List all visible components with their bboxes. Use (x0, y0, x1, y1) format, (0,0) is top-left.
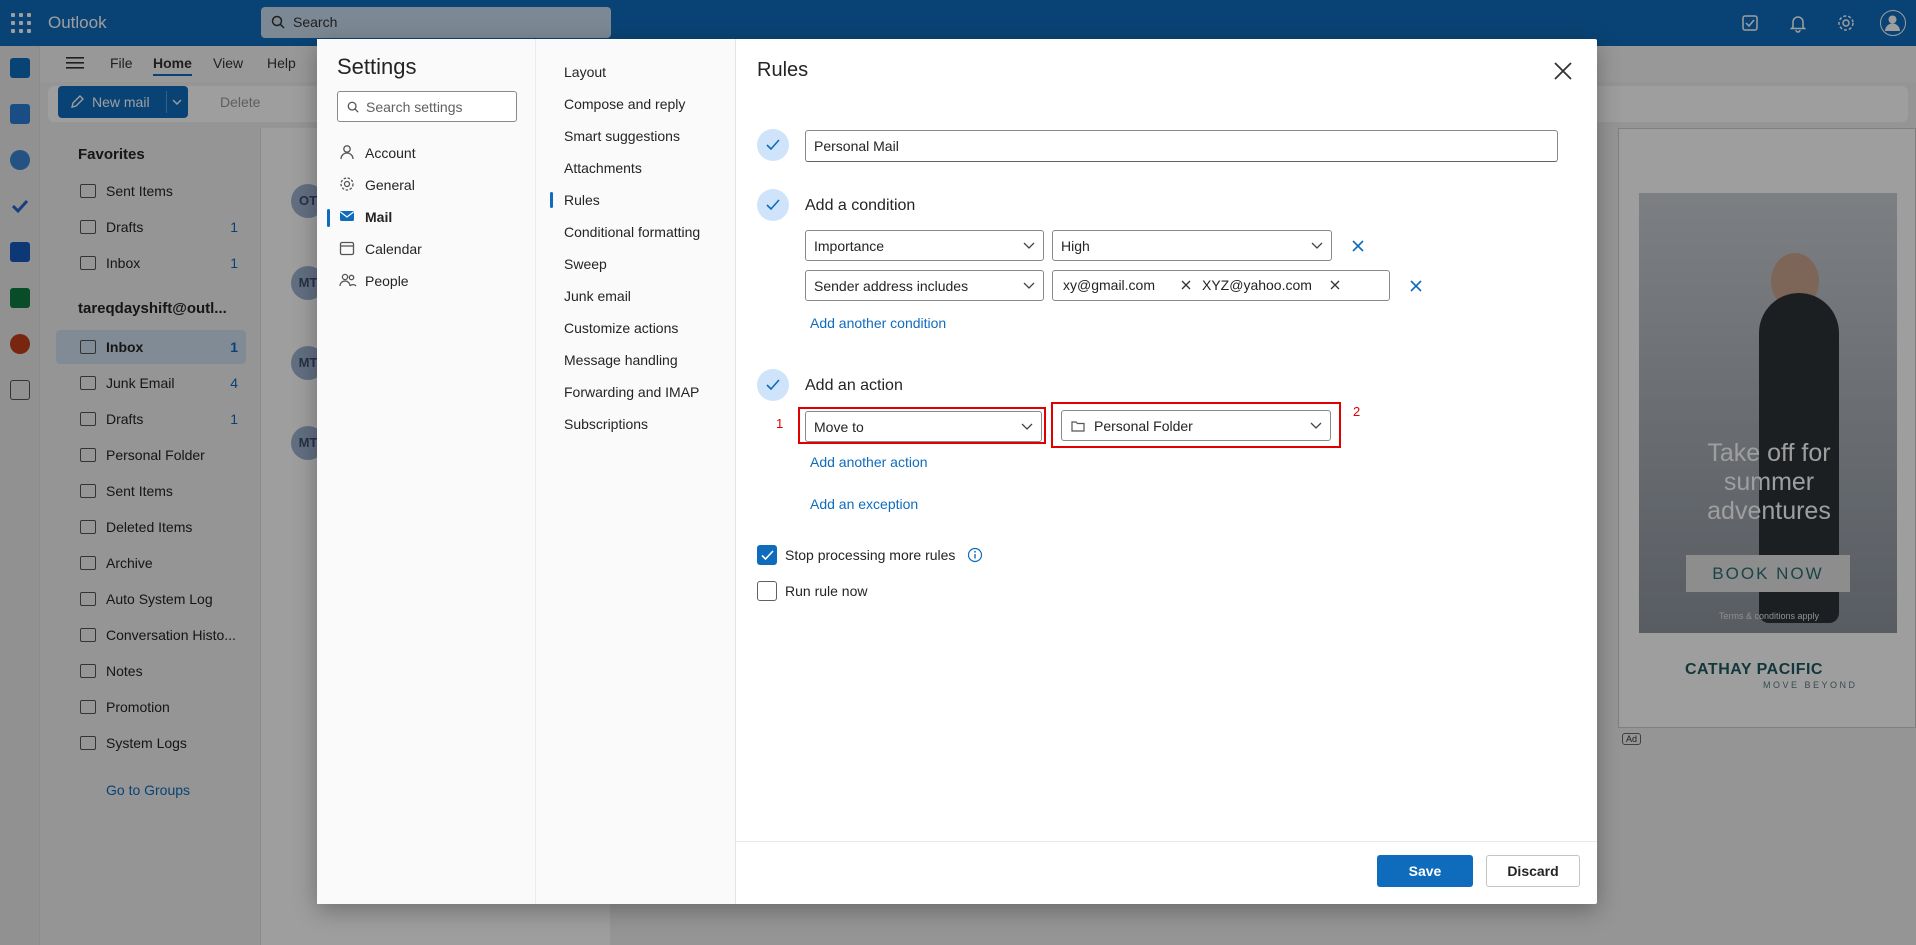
settings-category-account[interactable]: Account (317, 137, 536, 169)
selection-indicator (327, 209, 330, 227)
section-rules[interactable]: Rules (550, 186, 736, 214)
section-forwarding-and-imap[interactable]: Forwarding and IMAP (550, 378, 736, 406)
settings-category-mail[interactable]: Mail (317, 201, 536, 233)
section-compose-and-reply[interactable]: Compose and reply (550, 90, 736, 118)
section-message-handling[interactable]: Message handling (550, 346, 736, 374)
rules-title: Rules (757, 59, 809, 81)
section-customize-actions[interactable]: Customize actions (550, 314, 736, 342)
remove-chip-icon[interactable] (1330, 280, 1340, 290)
add-another-condition-link[interactable]: Add another condition (810, 315, 946, 331)
target-folder-dropdown[interactable]: Personal Folder (1061, 410, 1331, 441)
search-icon (347, 101, 359, 113)
close-icon[interactable] (1549, 57, 1577, 85)
chevron-down-icon (1310, 422, 1322, 429)
calendar-icon (339, 240, 355, 256)
condition-value-dropdown[interactable]: High (1052, 230, 1332, 261)
gear-icon (339, 176, 355, 192)
stop-processing-label[interactable]: Stop processing more rules (785, 547, 955, 563)
section-layout[interactable]: Layout (550, 58, 736, 86)
add-another-action-link[interactable]: Add another action (810, 454, 928, 470)
stop-processing-checkbox[interactable] (757, 545, 777, 565)
section-smart-suggestions[interactable]: Smart suggestions (550, 122, 736, 150)
chevron-down-icon (1311, 242, 1323, 249)
condition-heading: Add a condition (805, 197, 916, 214)
chevron-down-icon (1021, 423, 1033, 430)
address-chip[interactable]: XYZ@yahoo.com (1202, 277, 1340, 293)
run-rule-now-checkbox[interactable] (757, 581, 777, 601)
people-icon (339, 272, 357, 288)
discard-button[interactable]: Discard (1486, 855, 1580, 887)
check-icon (757, 369, 789, 401)
address-chip[interactable]: xy@gmail.com (1063, 277, 1191, 293)
check-icon (757, 189, 789, 221)
info-icon[interactable] (967, 547, 983, 563)
annotation-marker: 2 (1353, 404, 1361, 419)
remove-condition-icon[interactable] (1350, 238, 1366, 254)
section-conditional-formatting[interactable]: Conditional formatting (550, 218, 736, 246)
annotation-marker: 1 (776, 416, 784, 431)
action-type-dropdown[interactable]: Move to (805, 411, 1042, 442)
section-junk-email[interactable]: Junk email (550, 282, 736, 310)
settings-category-calendar[interactable]: Calendar (317, 233, 536, 265)
section-sweep[interactable]: Sweep (550, 250, 736, 278)
section-subscriptions[interactable]: Subscriptions (550, 410, 736, 438)
chevron-down-icon (1023, 242, 1035, 249)
check-icon (757, 129, 789, 161)
settings-categories-pane: Settings Account General Mail Calendar P… (317, 39, 536, 904)
person-icon (339, 144, 355, 160)
sender-address-input[interactable]: xy@gmail.com XYZ@yahoo.com (1052, 270, 1390, 301)
mail-icon (339, 208, 355, 224)
run-rule-now-label[interactable]: Run rule now (785, 583, 868, 599)
settings-search-input[interactable] (366, 98, 511, 116)
settings-category-people[interactable]: People (317, 265, 536, 297)
section-attachments[interactable]: Attachments (550, 154, 736, 182)
mail-sections-pane: Layout Compose and reply Smart suggestio… (536, 39, 736, 904)
remove-condition-icon[interactable] (1408, 278, 1424, 294)
selection-indicator (550, 192, 553, 208)
condition-field-dropdown[interactable]: Sender address includes (805, 270, 1044, 301)
save-button[interactable]: Save (1377, 855, 1473, 887)
settings-dialog: Settings Account General Mail Calendar P… (317, 39, 1597, 904)
action-heading: Add an action (805, 377, 903, 394)
remove-chip-icon[interactable] (1181, 280, 1191, 290)
settings-title: Settings (337, 54, 417, 79)
folder-icon (1071, 420, 1085, 432)
condition-field-dropdown[interactable]: Importance (805, 230, 1044, 261)
divider (736, 841, 1597, 842)
settings-search[interactable] (337, 91, 517, 122)
add-exception-link[interactable]: Add an exception (810, 496, 918, 512)
settings-category-general[interactable]: General (317, 169, 536, 201)
chevron-down-icon (1023, 282, 1035, 289)
rule-name-input[interactable]: Personal Mail (805, 130, 1558, 162)
